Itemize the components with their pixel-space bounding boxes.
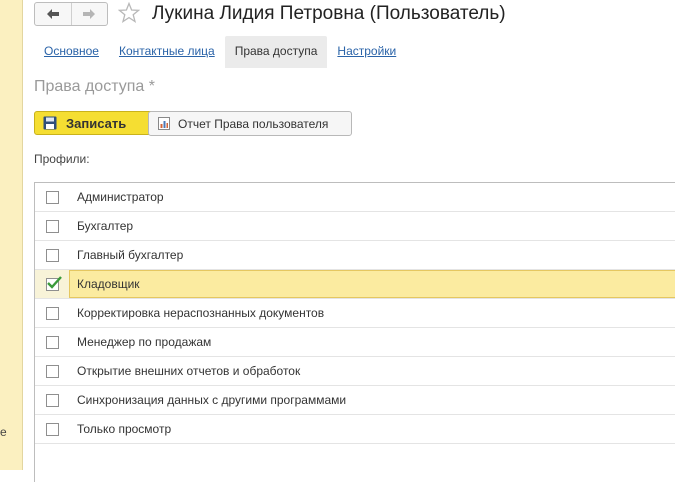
- tab-contacts[interactable]: Контактные лица: [109, 36, 225, 68]
- user-rights-report-label: Отчет Права пользователя: [178, 116, 329, 131]
- profile-checkbox[interactable]: [45, 364, 59, 378]
- left-panel-partial-text: е: [0, 425, 7, 439]
- profile-row[interactable]: Только просмотр: [35, 415, 675, 444]
- profile-checkbox[interactable]: [45, 190, 59, 204]
- report-chart-icon: [158, 117, 170, 130]
- profile-label: Синхронизация данных с другими программа…: [77, 393, 347, 407]
- profile-checkbox[interactable]: [45, 335, 59, 349]
- profile-row[interactable]: Корректировка нераспознанных документов: [35, 299, 675, 328]
- arrow-right-icon: [83, 9, 96, 19]
- profile-label: Главный бухгалтер: [77, 248, 184, 262]
- save-button[interactable]: Записать: [34, 111, 165, 135]
- left-panel-strip: [0, 0, 23, 470]
- profile-row[interactable]: Главный бухгалтер: [35, 241, 675, 270]
- profile-row[interactable]: Бухгалтер: [35, 212, 675, 241]
- star-icon: [117, 1, 141, 23]
- profile-checkbox[interactable]: [45, 248, 59, 262]
- profile-label: Бухгалтер: [77, 219, 134, 233]
- selection-highlight: [69, 270, 675, 298]
- navigation-buttons: [34, 2, 108, 26]
- tab-settings[interactable]: Настройки: [327, 36, 406, 68]
- save-button-label: Записать: [66, 115, 127, 131]
- profile-label: Администратор: [77, 190, 164, 204]
- profile-label: Корректировка нераспознанных документов: [77, 306, 325, 320]
- profile-row[interactable]: Менеджер по продажам: [35, 328, 675, 357]
- profile-checkbox-checked[interactable]: [45, 275, 62, 291]
- profile-label: Менеджер по продажам: [77, 335, 212, 349]
- profiles-list: Администратор Бухгалтер Главный бухгалте…: [34, 182, 675, 482]
- back-button[interactable]: [35, 3, 71, 25]
- profile-checkbox[interactable]: [45, 393, 59, 407]
- checkmark-icon: [46, 275, 62, 289]
- arrow-left-icon: [46, 9, 59, 19]
- profile-label: Открытие внешних отчетов и обработок: [77, 364, 301, 378]
- profile-checkbox[interactable]: [45, 219, 59, 233]
- tab-access-rights[interactable]: Права доступа: [224, 36, 328, 68]
- profile-row[interactable]: Открытие внешних отчетов и обработок: [35, 357, 675, 386]
- section-title: Права доступа *: [34, 78, 155, 95]
- forward-button[interactable]: [70, 3, 108, 25]
- profile-label: Только просмотр: [77, 422, 172, 436]
- profile-row[interactable]: Синхронизация данных с другими программа…: [35, 386, 675, 415]
- profiles-label: Профили:: [34, 152, 90, 166]
- profile-checkbox[interactable]: [45, 422, 59, 436]
- page-title: Лукина Лидия Петровна (Пользователь): [152, 3, 506, 24]
- tab-bar: Основное Контактные лица Права доступа Н…: [34, 36, 406, 68]
- profile-checkbox[interactable]: [45, 306, 59, 320]
- favorite-button[interactable]: [117, 1, 141, 29]
- profile-row[interactable]: Администратор: [35, 183, 675, 212]
- floppy-disk-icon: [43, 116, 57, 130]
- profile-row-selected[interactable]: Кладовщик: [35, 270, 675, 299]
- profile-label: Кладовщик: [77, 277, 140, 291]
- user-rights-report-button[interactable]: Отчет Права пользователя: [148, 111, 352, 136]
- tab-main[interactable]: Основное: [34, 36, 109, 68]
